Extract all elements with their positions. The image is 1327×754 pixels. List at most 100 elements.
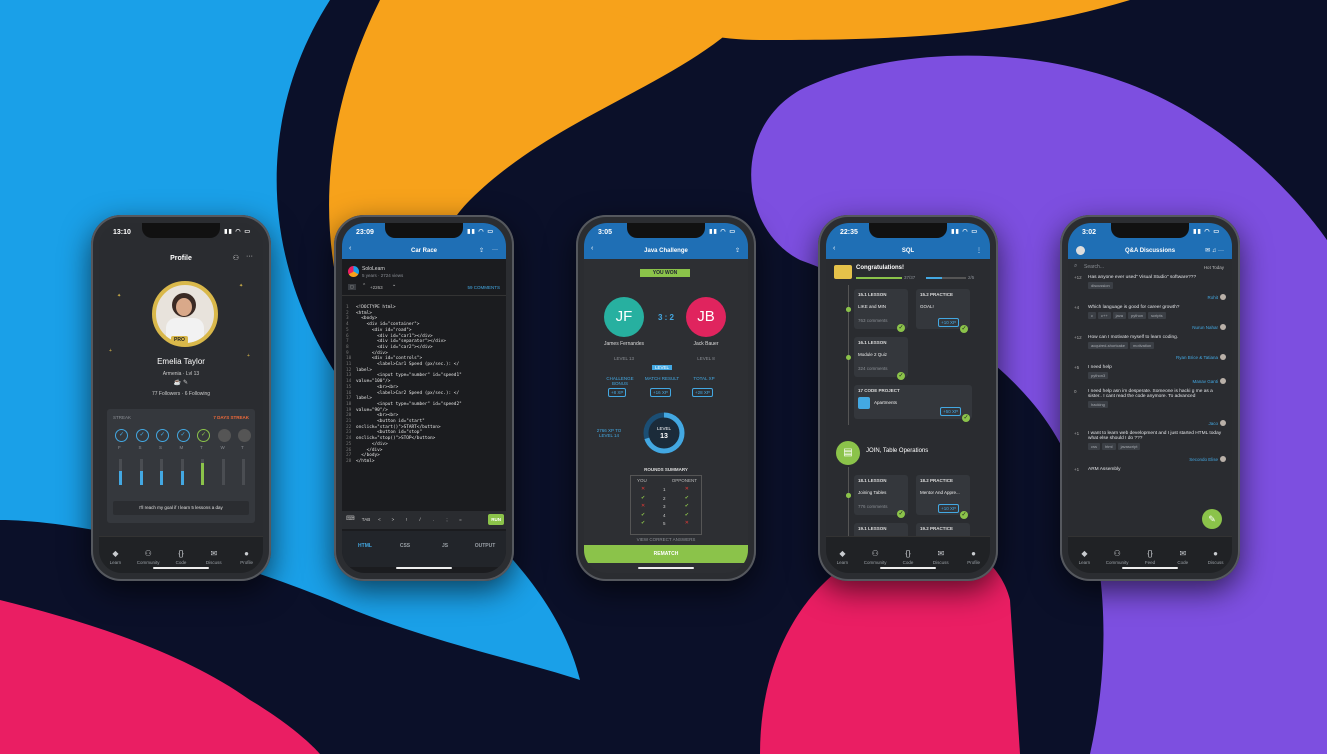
author-avatar[interactable] bbox=[1220, 354, 1226, 360]
code-editor[interactable]: 1 <!DOCTYPE html> 2 <html> 3 <body> 4 <div id… bbox=[346, 305, 502, 465]
learn-icon: ◆ bbox=[112, 549, 119, 558]
add-friend-icon[interactable]: ⚇ bbox=[233, 254, 239, 262]
author-avatar[interactable] bbox=[1220, 420, 1226, 426]
tag-chip[interactable]: motivation bbox=[1130, 342, 1155, 349]
tag-chip[interactable]: c bbox=[1088, 312, 1096, 319]
lesson-card[interactable]: 15.1 LESSON LIKE and MIN 763 comments ✓ bbox=[854, 289, 908, 332]
tab-output[interactable]: OUTPUT bbox=[468, 543, 502, 549]
question-item[interactable]: +12 Has anyone ever used" Visual Studio" … bbox=[1074, 275, 1226, 300]
key-7[interactable]: = bbox=[455, 517, 467, 522]
author-avatar[interactable] bbox=[1220, 324, 1226, 330]
tab-profile[interactable]: ● Profile bbox=[961, 549, 987, 565]
timeline-dot bbox=[846, 355, 851, 360]
author-avatar[interactable] bbox=[1220, 456, 1226, 462]
day-check-icon: ✓ bbox=[115, 429, 128, 442]
key-6[interactable]: ; bbox=[441, 517, 453, 522]
tab-learn[interactable]: ◆ Learn bbox=[1071, 549, 1097, 565]
author-avatar[interactable] bbox=[1220, 378, 1226, 384]
comments-link[interactable]: 59 COMMENTS bbox=[467, 285, 500, 290]
upvote-icon[interactable]: ⌃ bbox=[362, 283, 366, 289]
more-icon[interactable]: ⋮ bbox=[976, 247, 982, 254]
tab-html[interactable]: HTML bbox=[348, 543, 382, 549]
tag-chip[interactable]: css bbox=[1088, 443, 1100, 450]
more-icon[interactable]: ··· bbox=[492, 247, 498, 253]
view-answers-link[interactable]: VIEW CORRECT ANSWERS bbox=[584, 537, 748, 542]
question-item[interactable]: 0 I need help asn im desperate. Someone i… bbox=[1074, 389, 1226, 426]
lesson-card[interactable]: 17 CODE PROJECT Apartments +50 XP ✓ bbox=[854, 385, 972, 422]
tab-profile[interactable]: ● Profile bbox=[234, 549, 260, 565]
lesson-card[interactable]: 15.2 PRACTICE GOAL! +10 XP ✓ bbox=[916, 289, 970, 333]
tab-discuss[interactable]: ✉ Discuss bbox=[201, 549, 227, 565]
tab-learn[interactable]: ◆ Learn bbox=[102, 549, 128, 565]
lesson-card[interactable]: 18.1 LESSON Joining Tables 776 comments ✓ bbox=[854, 475, 908, 518]
tab-code[interactable]: {} Code bbox=[895, 549, 921, 565]
chat-bell-more-icons[interactable]: ✉ ♫ ··· bbox=[1205, 247, 1224, 254]
edit-icon[interactable]: ☕ ✎ bbox=[99, 379, 263, 386]
tab-label: Learn bbox=[1078, 560, 1091, 565]
keyboard-icon[interactable]: ⌨ bbox=[346, 515, 355, 522]
player1-avatar[interactable]: JF bbox=[604, 297, 644, 337]
tag-chip[interactable]: python bbox=[1128, 312, 1147, 319]
search-input[interactable]: Search... bbox=[1084, 264, 1104, 270]
key-3[interactable]: ! bbox=[401, 517, 413, 522]
followers[interactable]: 77 Followers · 6 Following bbox=[99, 391, 263, 397]
question-item[interactable]: +12 How can I motivate myself to learn co… bbox=[1074, 335, 1226, 360]
key-5[interactable]: . bbox=[428, 517, 440, 522]
more-icon[interactable]: ··· bbox=[246, 253, 253, 260]
tab-community[interactable]: ⚇ Community bbox=[862, 549, 888, 565]
tag-chip[interactable]: hacking bbox=[1088, 401, 1108, 408]
tab-js[interactable]: JS bbox=[428, 543, 462, 549]
tag-chip[interactable]: c++ bbox=[1098, 312, 1111, 319]
tag-chip[interactable]: html bbox=[1102, 443, 1116, 450]
share-icon[interactable]: ⇪ bbox=[735, 247, 740, 254]
check-mark: ✓ bbox=[897, 510, 905, 518]
tab-community[interactable]: ⚇ Community bbox=[135, 549, 161, 565]
tab-discuss[interactable]: ✉ Discuss bbox=[928, 549, 954, 565]
bonus-label: TOTAL XP bbox=[693, 376, 715, 381]
run-button[interactable]: RUN bbox=[488, 514, 504, 525]
code-text: label> bbox=[356, 396, 372, 402]
home-indicator bbox=[396, 567, 452, 569]
rematch-button[interactable]: REMATCH bbox=[584, 545, 748, 563]
tab-code[interactable]: {} Code bbox=[168, 549, 194, 565]
key-4[interactable]: / bbox=[414, 517, 426, 522]
day-bar-fill bbox=[201, 463, 204, 485]
status-time: 3:02 bbox=[1082, 229, 1097, 236]
sparkle-icon: ✦ bbox=[117, 293, 122, 299]
question-item[interactable]: +5 I need help python3 Manav Ganti bbox=[1074, 365, 1226, 384]
tag-chip[interactable]: javascript bbox=[1117, 443, 1141, 450]
tab-community[interactable]: ⚇ Community bbox=[1104, 549, 1130, 565]
question-item[interactable]: +1 I want to learn web development and I … bbox=[1074, 431, 1226, 462]
tab-learn[interactable]: ◆ Learn bbox=[829, 549, 855, 565]
code-text: </div> bbox=[356, 350, 388, 356]
tab-code[interactable]: ✉ Code bbox=[1170, 549, 1196, 565]
lesson-card[interactable]: 18.2 PRACTICE Mentor And Appre... +10 XP ✓ bbox=[916, 475, 970, 519]
question-item[interactable]: +1 ARM Assembly bbox=[1074, 467, 1226, 472]
downvote-icon[interactable]: ⌄ bbox=[392, 282, 396, 288]
code-screen: 23:09 ▮▮ ◠ ▭ ‹ Car Race ⇪ ··· SoloLearn 5… bbox=[342, 223, 506, 573]
tag-chip[interactable]: scripts bbox=[1148, 312, 1166, 319]
share-icon[interactable]: ⇪ bbox=[479, 247, 484, 254]
tag-chip[interactable]: discussion bbox=[1088, 282, 1113, 289]
round-opponent-icon: ✕ bbox=[684, 520, 689, 526]
tag-chip[interactable]: python3 bbox=[1088, 372, 1109, 379]
new-question-fab[interactable]: ✎ bbox=[1202, 509, 1222, 529]
question-item[interactable]: +4 Which language is good for career grow… bbox=[1074, 305, 1226, 330]
key-2[interactable]: > bbox=[387, 517, 399, 522]
tag-chip[interactable]: acquired-shortcake bbox=[1088, 342, 1129, 349]
key-1[interactable]: < bbox=[374, 517, 386, 522]
line-number: 28 bbox=[346, 458, 352, 464]
player2-avatar[interactable]: JB bbox=[686, 297, 726, 337]
tag-chip[interactable]: java bbox=[1112, 312, 1127, 319]
filter-select[interactable]: Hot Today bbox=[1204, 265, 1224, 270]
tab-feed[interactable]: {} Feed bbox=[1137, 549, 1163, 565]
key-0[interactable]: TAB bbox=[360, 517, 372, 522]
author-avatar[interactable] bbox=[348, 266, 359, 277]
tab-discuss[interactable]: ● Discuss bbox=[1203, 549, 1229, 565]
author-avatar[interactable] bbox=[1220, 294, 1226, 300]
lesson-card[interactable]: 16.1 LESSON Module 2 Quiz 324 comments ✓ bbox=[854, 337, 908, 380]
notch bbox=[869, 223, 947, 238]
tab-css[interactable]: CSS bbox=[388, 543, 422, 549]
round-you-icon: ✔ bbox=[641, 494, 646, 501]
phone-discussions: 3:02 ▮▮ ◠ ▭ Q&A Discussions ✉ ♫ ··· ⌕ Sea… bbox=[1060, 215, 1240, 581]
